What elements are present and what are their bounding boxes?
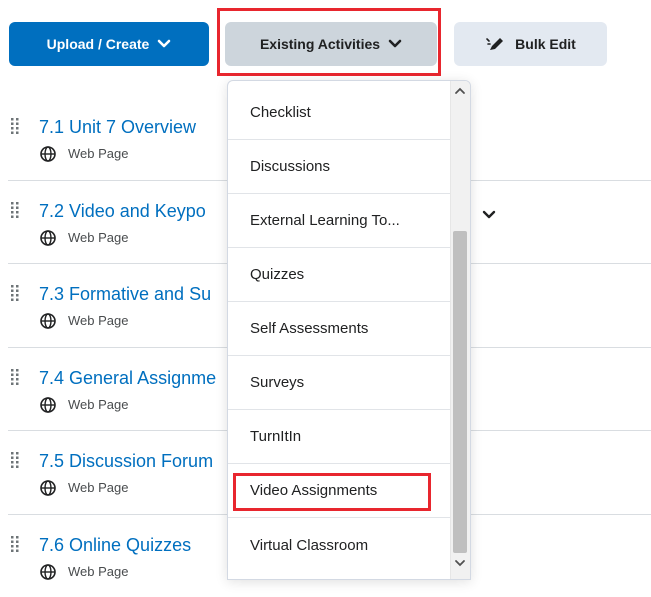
menu-item-turnitin[interactable]: TurnItIn	[228, 410, 450, 464]
menu-item-self-assessments[interactable]: Self Assessments	[228, 302, 450, 356]
globe-icon	[40, 146, 56, 162]
item-title[interactable]: 7.3 Formative and Su	[39, 284, 211, 305]
existing-activities-menu: Checklist Discussions External Learning …	[227, 80, 471, 580]
chevron-down-icon	[388, 39, 402, 49]
existing-activities-label: Existing Activities	[260, 36, 380, 52]
globe-icon	[40, 480, 56, 496]
globe-icon	[40, 230, 56, 246]
item-title[interactable]: 7.1 Unit 7 Overview	[39, 117, 196, 138]
menu-item-virtual-classroom[interactable]: Virtual Classroom	[228, 518, 450, 572]
drag-handle-icon[interactable]	[11, 202, 19, 218]
item-title[interactable]: 7.5 Discussion Forum	[39, 451, 213, 472]
globe-icon	[40, 564, 56, 580]
drag-handle-icon[interactable]	[11, 452, 19, 468]
scrollbar-thumb[interactable]	[453, 231, 467, 553]
chevron-up-icon[interactable]	[454, 87, 466, 95]
chevron-down-icon[interactable]	[454, 559, 466, 567]
item-title[interactable]: 7.2 Video and Keypo	[39, 201, 206, 222]
menu-item-video-assignments[interactable]: Video Assignments	[228, 464, 450, 518]
chevron-down-icon	[157, 39, 171, 49]
drag-handle-icon[interactable]	[11, 369, 19, 385]
item-type: Web Page	[68, 313, 128, 328]
menu-item-quizzes[interactable]: Quizzes	[228, 248, 450, 302]
upload-create-label: Upload / Create	[47, 36, 150, 52]
drag-handle-icon[interactable]	[11, 536, 19, 552]
drag-handle-icon[interactable]	[11, 285, 19, 301]
globe-icon	[40, 397, 56, 413]
chevron-down-icon[interactable]	[482, 210, 496, 220]
existing-activities-button[interactable]: Existing Activities	[225, 22, 437, 66]
globe-icon	[40, 313, 56, 329]
item-type: Web Page	[68, 397, 128, 412]
menu-item-checklist[interactable]: Checklist	[228, 86, 450, 140]
item-type: Web Page	[68, 564, 128, 579]
menu-item-surveys[interactable]: Surveys	[228, 356, 450, 410]
item-title[interactable]: 7.6 Online Quizzes	[39, 535, 191, 556]
upload-create-button[interactable]: Upload / Create	[9, 22, 209, 66]
drag-handle-icon[interactable]	[11, 118, 19, 134]
item-type: Web Page	[68, 146, 128, 161]
bulk-edit-label: Bulk Edit	[515, 36, 576, 52]
pencil-icon	[485, 35, 507, 53]
bulk-edit-button[interactable]: Bulk Edit	[454, 22, 607, 66]
item-title[interactable]: 7.4 General Assignme	[39, 368, 216, 389]
menu-item-external-learning-tools[interactable]: External Learning To...	[228, 194, 450, 248]
item-type: Web Page	[68, 230, 128, 245]
item-type: Web Page	[68, 480, 128, 495]
menu-scrollbar[interactable]	[450, 81, 470, 579]
menu-item-discussions[interactable]: Discussions	[228, 140, 450, 194]
